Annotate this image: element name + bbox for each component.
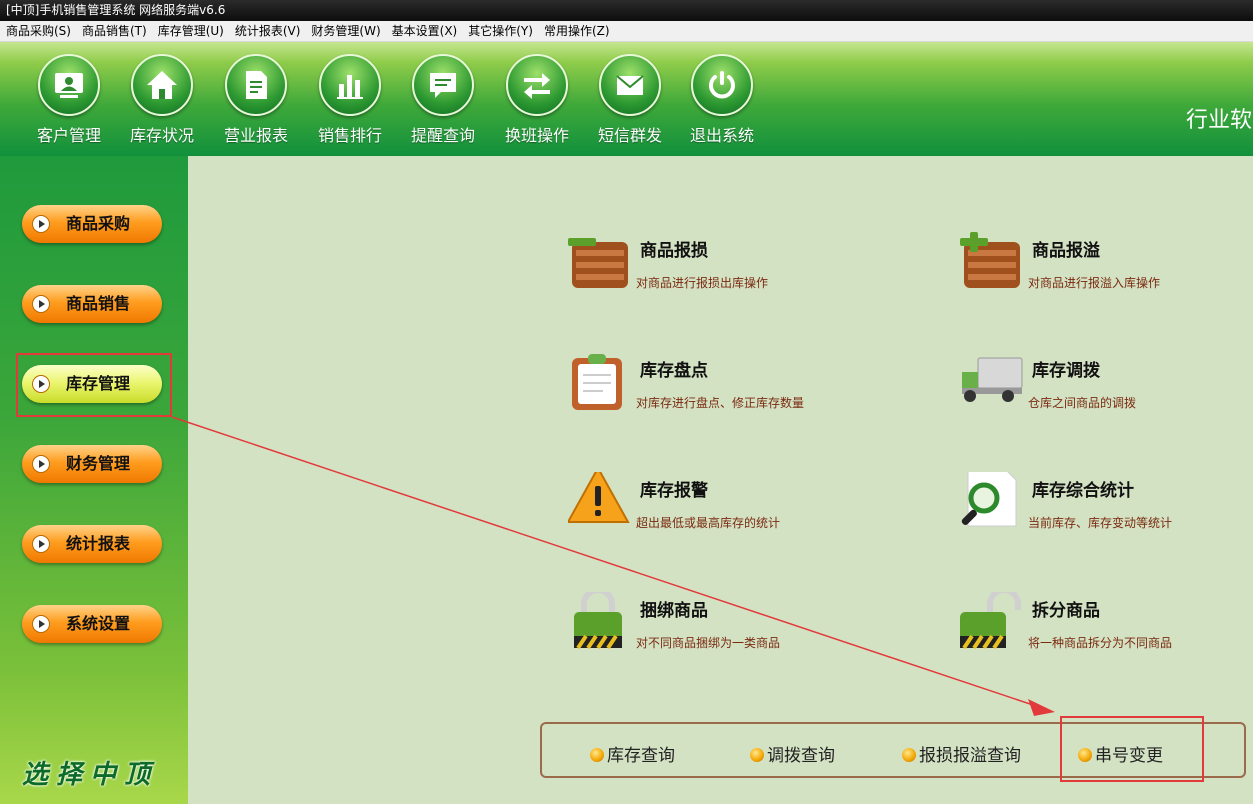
feature-title: 库存报警	[640, 481, 708, 501]
bullet-icon	[750, 748, 764, 762]
magnifier-icon	[961, 472, 1017, 527]
toolbar-sms-button[interactable]: 短信群发	[590, 54, 670, 146]
sidebar-item-sales[interactable]: 商品销售	[22, 285, 162, 323]
play-icon	[32, 215, 50, 233]
feature-desc: 对商品进行报溢入库操作	[1028, 276, 1161, 290]
quick-label: 调拨查询	[767, 746, 835, 766]
feature-desc: 对库存进行盘点、修正库存数量	[636, 396, 805, 410]
feature-desc: 当前库存、库存变动等统计	[1028, 516, 1173, 530]
target-highlight	[1060, 716, 1204, 782]
warning-icon	[568, 472, 630, 523]
customer-icon	[38, 54, 100, 116]
feature-desc: 对不同商品捆绑为一类商品	[636, 636, 781, 650]
feature-desc: 超出最低或最高库存的统计	[636, 516, 781, 530]
selection-highlight	[16, 353, 172, 417]
toolbar-label: 客户管理	[36, 126, 101, 145]
feature-overflow-report[interactable]: 商品报溢 对商品进行报溢入库操作	[960, 232, 1253, 302]
swap-icon	[506, 54, 568, 116]
feature-desc: 将一种商品拆分为不同商品	[1028, 636, 1173, 650]
feature-title: 拆分商品	[1032, 601, 1100, 621]
home-icon	[131, 54, 193, 116]
toolbar-customer-button[interactable]: 客户管理	[29, 54, 109, 146]
bullet-icon	[902, 748, 916, 762]
window-title: [中顶]手机销售管理系统 网络服务端v6.6	[0, 0, 1253, 21]
clipboard-icon	[572, 354, 622, 410]
bar-chart-icon	[319, 54, 381, 116]
lock-open-icon	[960, 592, 1021, 650]
sidebar-item-label: 商品销售	[66, 294, 131, 313]
feature-stock-statistics[interactable]: 库存综合统计 当前库存、库存变动等统计	[960, 472, 1253, 542]
play-icon	[32, 295, 50, 313]
menu-item-settings[interactable]: 基本设置(X)	[386, 21, 463, 41]
menu-item-reports[interactable]: 统计报表(V)	[229, 21, 306, 41]
toolbar-sales-ranking-button[interactable]: 销售排行	[310, 54, 390, 146]
truck-icon	[962, 357, 1023, 402]
menu-item-common[interactable]: 常用操作(Z)	[538, 21, 615, 41]
sidebar-item-label: 系统设置	[66, 614, 131, 633]
quick-damage-overflow-query[interactable]: 报损报溢查询	[902, 741, 1021, 766]
menu-item-finance[interactable]: 财务管理(W)	[305, 21, 385, 41]
lock-closed-icon	[574, 592, 622, 650]
mail-icon	[599, 54, 661, 116]
toolbar-shift-button[interactable]: 换班操作	[497, 54, 577, 146]
feature-bundle[interactable]: 捆绑商品 对不同商品捆绑为一类商品	[568, 592, 868, 662]
feature-title: 捆绑商品	[640, 601, 708, 621]
toolbar-label: 销售排行	[317, 126, 382, 145]
report-icon	[225, 54, 287, 116]
toolbar-stock-status-button[interactable]: 库存状况	[122, 54, 202, 146]
brand-text: 行业软	[1186, 108, 1253, 133]
sidebar-item-settings[interactable]: 系统设置	[22, 605, 162, 643]
sidebar-item-reports[interactable]: 统计报表	[22, 525, 162, 563]
bullet-icon	[590, 748, 604, 762]
feature-title: 库存综合统计	[1032, 481, 1134, 501]
sidebar-item-purchase[interactable]: 商品采购	[22, 205, 162, 243]
toolbar-label: 短信群发	[597, 126, 662, 145]
sidebar-item-finance[interactable]: 财务管理	[22, 445, 162, 483]
feature-desc: 对商品进行报损出库操作	[636, 276, 769, 290]
toolbar-business-report-button[interactable]: 营业报表	[216, 54, 296, 146]
feature-stock-alarm[interactable]: 库存报警 超出最低或最高库存的统计	[568, 472, 868, 542]
feature-desc: 仓库之间商品的调拨	[1028, 396, 1137, 410]
toolbar-label: 换班操作	[504, 126, 569, 145]
feature-stocktake[interactable]: 库存盘点 对库存进行盘点、修正库存数量	[568, 352, 868, 422]
menu-item-purchase[interactable]: 商品采购(S)	[0, 21, 76, 41]
toolbar-label: 提醒查询	[410, 126, 475, 145]
feature-transfer[interactable]: 库存调拨 仓库之间商品的调拨	[960, 352, 1253, 422]
sidebar-item-label: 商品采购	[66, 214, 131, 233]
power-icon	[691, 54, 753, 116]
menu-item-inventory[interactable]: 库存管理(U)	[152, 21, 229, 41]
sidebar-item-label: 财务管理	[66, 454, 131, 473]
play-icon	[32, 615, 50, 633]
play-icon	[32, 535, 50, 553]
feature-split[interactable]: 拆分商品 将一种商品拆分为不同商品	[960, 592, 1253, 662]
menu-item-sales[interactable]: 商品销售(T)	[76, 21, 152, 41]
toolbar-reminder-button[interactable]: 提醒查询	[403, 54, 483, 146]
quick-transfer-query[interactable]: 调拨查询	[750, 741, 835, 766]
sidebar-item-label: 统计报表	[66, 534, 131, 553]
feature-title: 商品报溢	[1032, 241, 1100, 261]
toolbar: 客户管理 库存状况 营业报表 销售排行 提醒查询 换班操作 短信群发 退出系统	[0, 42, 1253, 156]
play-icon	[32, 455, 50, 473]
feature-title: 库存盘点	[640, 361, 708, 381]
toolbar-label: 库存状况	[129, 126, 194, 145]
message-icon	[412, 54, 474, 116]
sidebar-brand: 选择中顶	[22, 760, 159, 790]
quick-label: 库存查询	[607, 746, 675, 766]
menu-item-other[interactable]: 其它操作(Y)	[462, 21, 538, 41]
quick-stock-query[interactable]: 库存查询	[590, 741, 675, 766]
feature-damage-report[interactable]: 商品报损 对商品进行报损出库操作	[568, 232, 868, 302]
box-minus-icon	[568, 238, 628, 288]
menu-bar: 商品采购(S) 商品销售(T) 库存管理(U) 统计报表(V) 财务管理(W) 基本设置(…	[0, 21, 1253, 42]
toolbar-label: 营业报表	[223, 126, 288, 145]
quick-label: 报损报溢查询	[919, 746, 1021, 766]
toolbar-exit-button[interactable]: 退出系统	[682, 54, 762, 146]
box-plus-icon	[960, 232, 1020, 288]
feature-title: 商品报损	[640, 241, 708, 261]
feature-title: 库存调拨	[1032, 361, 1100, 381]
toolbar-label: 退出系统	[689, 126, 754, 145]
